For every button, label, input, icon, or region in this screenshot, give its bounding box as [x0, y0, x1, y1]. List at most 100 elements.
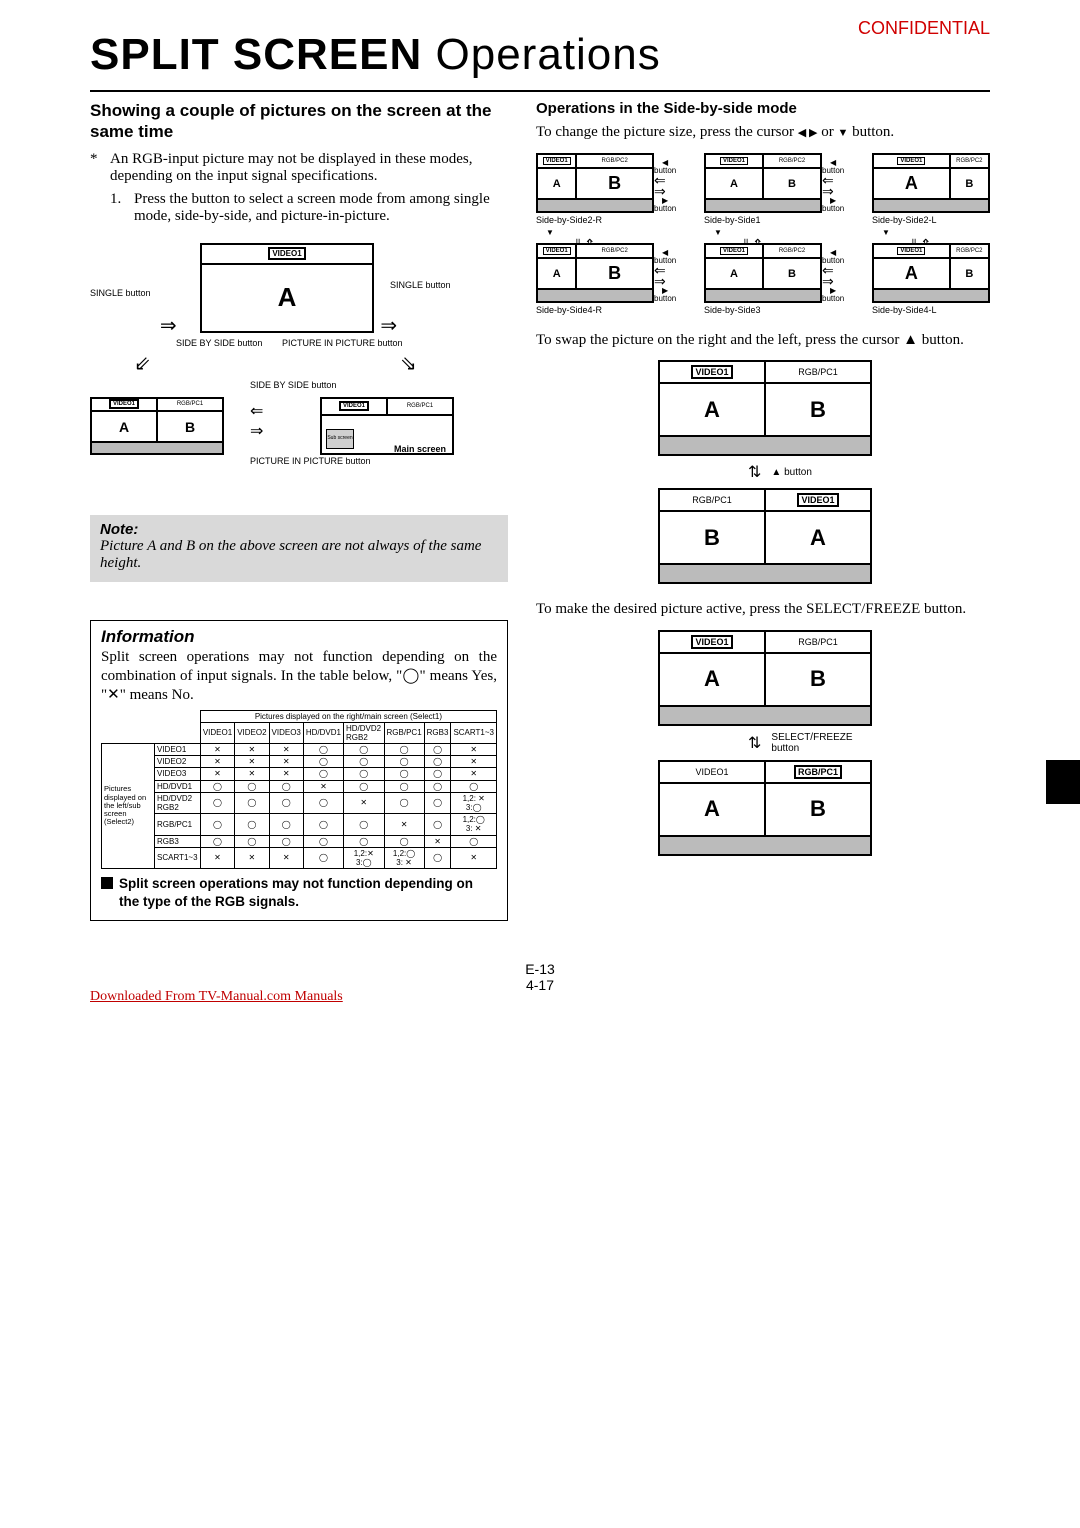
table-row: HD/DVD2 RGB2◯◯◯◯✕◯◯1,2: ✕ 3:◯: [102, 792, 497, 813]
size-instruction: To change the picture size, press the cu…: [536, 123, 990, 143]
mode-cell: VIDEO1RGB/PC2ABSide-by-Side4-L: [872, 243, 990, 315]
swap-diagram: VIDEO1 RGB/PC1 A B ⇅▲ button RGB/PC1 VID…: [658, 360, 868, 584]
table-cell: ◯: [303, 835, 343, 847]
table-cell: ◯: [384, 756, 424, 768]
table-cell: 1,2:◯ 3: ✕: [451, 814, 497, 835]
table-cell: ✕: [200, 768, 234, 780]
table-cell: ✕: [235, 756, 269, 768]
title-bold: SPLIT SCREEN: [90, 30, 422, 79]
table-col-header: VIDEO2: [235, 722, 269, 743]
table-cell: ◯: [424, 780, 451, 792]
table-row-header: SCART1~3: [155, 847, 201, 868]
table-row: VIDEO2✕✕✕◯◯◯◯✕: [102, 756, 497, 768]
table-cell: ◯: [235, 814, 269, 835]
up-down-arrow-icon: ⇅: [748, 733, 761, 753]
table-cell: ◯: [344, 756, 385, 768]
arrow-icon: ⇘: [374, 310, 404, 340]
table-cell: ✕: [200, 847, 234, 868]
mode-grid-diagram: VIDEO1RGB/PC2ABSide-by-Side2-R◀button⇐⇒▶…: [536, 153, 990, 315]
table-cell: ◯: [269, 780, 303, 792]
table-cell: 1,2: ✕ 3:◯: [451, 792, 497, 813]
table-row: HD/DVD1◯◯◯✕◯◯◯◯: [102, 780, 497, 792]
table-cell: ◯: [384, 768, 424, 780]
mode-label: Side-by-Side4-L: [872, 305, 990, 315]
table-cell: ◯: [344, 744, 385, 756]
left-heading: Showing a couple of pictures on the scre…: [90, 100, 508, 143]
table-cell: ◯: [200, 792, 234, 813]
table-col-header: RGB3: [424, 722, 451, 743]
table-row: Pictures displayed on the left/sub scree…: [102, 744, 497, 756]
table-row: RGB/PC1◯◯◯◯◯✕◯1,2:◯ 3: ✕: [102, 814, 497, 835]
table-cell: ◯: [269, 835, 303, 847]
side-tab: [1046, 760, 1080, 804]
horizontal-arrow-icon: ◀button⇐⇒▶button: [654, 159, 676, 213]
mode-label: Side-by-Side4-R: [536, 305, 654, 315]
table-row-header: RGB/PC1: [155, 814, 201, 835]
mode-label: Side-by-Side3: [704, 305, 822, 315]
information-box: Information Split screen operations may …: [90, 620, 508, 922]
table-cell: ◯: [235, 792, 269, 813]
table-cell: ◯: [424, 768, 451, 780]
table-cell: ◯: [384, 835, 424, 847]
table-cell: ✕: [269, 847, 303, 868]
table-cell: ◯: [303, 847, 343, 868]
table-row-header: VIDEO1: [155, 744, 201, 756]
table-cell: ◯: [200, 814, 234, 835]
table-cell: ✕: [424, 835, 451, 847]
table-cell: ✕: [269, 756, 303, 768]
mode-cell: VIDEO1RGB/PC2ABSide-by-Side2-L▼button ⇓⇑…: [872, 153, 990, 225]
table-cell: ◯: [384, 780, 424, 792]
arrow-icon: ⇘: [400, 351, 417, 376]
table-cell: ◯: [344, 814, 385, 835]
rgb-warning: Split screen operations may not function…: [101, 875, 497, 910]
pip-sub-screen: Sub screen: [326, 429, 354, 449]
table-cell: ✕: [303, 780, 343, 792]
table-cell: ◯: [424, 744, 451, 756]
single-mode-diagram: VIDEO1 A SINGLE button SINGLE button SID…: [90, 243, 508, 373]
mode-cell: VIDEO1RGB/PC2ABSide-by-Side4-R◀button⇐⇒▶…: [536, 243, 654, 315]
table-row: SCART1~3✕✕✕◯1,2:✕ 3:◯1,2:◯ 3: ✕◯✕: [102, 847, 497, 868]
table-cell: ◯: [200, 835, 234, 847]
table-cell: ✕: [269, 768, 303, 780]
table-col-header: SCART1~3: [451, 722, 497, 743]
table-cell: ◯: [424, 792, 451, 813]
table-cell: ◯: [200, 780, 234, 792]
swap-instruction: To swap the picture on the right and the…: [536, 331, 990, 351]
table-cell: ✕: [235, 768, 269, 780]
mode-cell: VIDEO1RGB/PC2ABSide-by-Side1◀button⇐⇒▶bu…: [704, 153, 822, 225]
select-instruction: To make the desired picture active, pres…: [536, 600, 990, 620]
note-box: Note: Picture A and B on the above scree…: [90, 515, 508, 582]
horizontal-arrow-icon: ◀button⇐⇒▶button: [822, 249, 844, 303]
arrow-icon: ⇒: [250, 421, 263, 441]
table-cell: ◯: [303, 768, 343, 780]
table-cell: ◯: [303, 792, 343, 813]
step-1: 1. Press the button to select a screen m…: [110, 191, 508, 225]
square-bullet-icon: [101, 877, 113, 889]
table-cell: ◯: [344, 835, 385, 847]
table-cell: ✕: [235, 744, 269, 756]
table-row: VIDEO3✕✕✕◯◯◯◯✕: [102, 768, 497, 780]
table-cell: ✕: [451, 756, 497, 768]
table-cell: 1,2:◯ 3: ✕: [384, 847, 424, 868]
select-diagram: VIDEO1 RGB/PC1 A B ⇅SELECT/FREEZE button…: [658, 630, 868, 856]
table-cell: ◯: [451, 780, 497, 792]
table-cell: ◯: [303, 756, 343, 768]
arrow-icon: ⇐: [250, 401, 263, 421]
table-cell: ◯: [303, 744, 343, 756]
table-cell: ◯: [384, 792, 424, 813]
sbs-pip-diagram: SIDE BY SIDE button VIDEO1 RGB/PC1 A B ⇐…: [90, 381, 508, 491]
table-col-header: HD/DVD1: [303, 722, 343, 743]
table-cell: ◯: [344, 768, 385, 780]
table-row-header: HD/DVD2 RGB2: [155, 792, 201, 813]
table-cell: ✕: [451, 768, 497, 780]
download-link[interactable]: Downloaded From TV-Manual.com Manuals: [90, 989, 343, 1005]
table-cell: ◯: [303, 814, 343, 835]
horizontal-arrow-icon: ◀button⇐⇒▶button: [822, 159, 844, 213]
mode-cell: VIDEO1RGB/PC2ABSide-by-Side2-R◀button⇐⇒▶…: [536, 153, 654, 225]
table-col-header: VIDEO1: [200, 722, 234, 743]
table-row-header: VIDEO2: [155, 756, 201, 768]
table-cell: ✕: [344, 792, 385, 813]
arrow-icon: ⇙: [134, 351, 151, 376]
table-cell: ◯: [269, 814, 303, 835]
table-col-header: RGB/PC1: [384, 722, 424, 743]
